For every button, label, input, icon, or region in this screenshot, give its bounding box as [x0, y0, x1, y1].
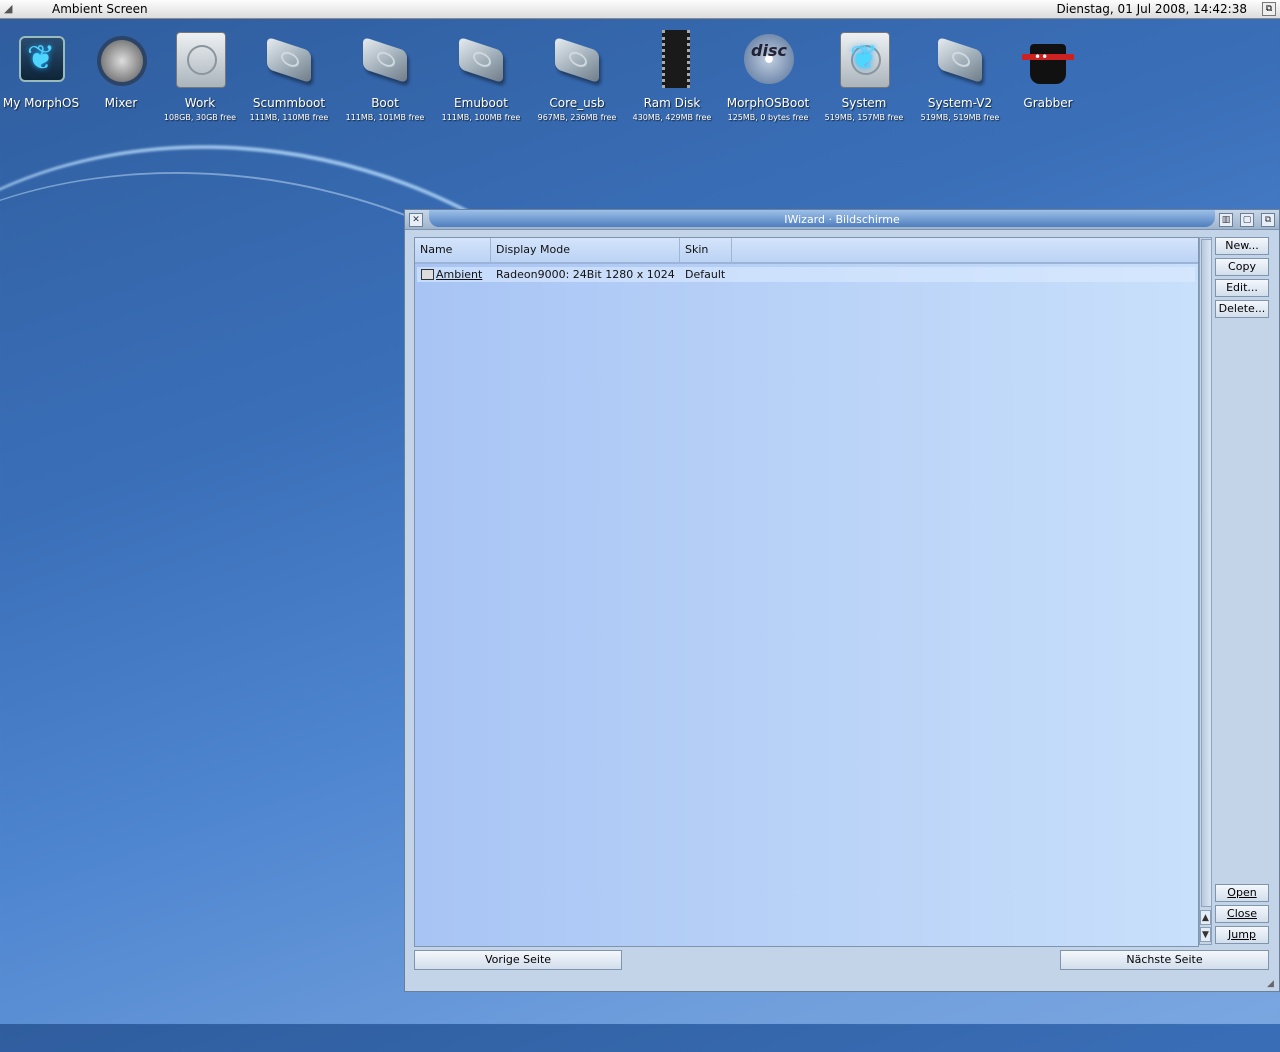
- row-skin: Default: [685, 268, 726, 281]
- icon-label: Ram Disk: [643, 96, 701, 110]
- icon-capacity: 519MB, 157MB free: [824, 113, 904, 122]
- butterfly-icon: ❦: [849, 38, 879, 78]
- screen-icon: [421, 269, 434, 280]
- jump-button-label: Jump: [1228, 928, 1256, 941]
- list-row[interactable]: Ambient Radeon9000: 24Bit 1280 x 1024 De…: [417, 267, 1195, 282]
- row-name: Ambient: [436, 268, 483, 281]
- icon-capacity: 111MB, 110MB free: [249, 113, 329, 122]
- clock: Dienstag, 01 Jul 2008, 14:42:38: [1056, 2, 1247, 16]
- desktop-icon-morphosboot[interactable]: disc MorphOSBoot 125MB, 0 bytes free: [720, 30, 816, 122]
- desktop-icon-scummboot[interactable]: Scummboot 111MB, 110MB free: [241, 30, 337, 122]
- icon-capacity: 111MB, 101MB free: [345, 113, 425, 122]
- drive-icon: [267, 36, 311, 84]
- resize-grip-icon[interactable]: ◢: [1267, 979, 1277, 989]
- delete-button-label: Delete...: [1218, 302, 1266, 315]
- window-title-bar[interactable]: ✕ IWizard · Bildschirme ▥ ▢ ⧉: [405, 210, 1279, 230]
- icon-label: Emuboot: [454, 96, 508, 110]
- drive-icon: [459, 36, 503, 84]
- jump-button[interactable]: Jump: [1215, 926, 1269, 944]
- open-button[interactable]: Open: [1215, 884, 1269, 902]
- amiga-menu-icon[interactable]: ◢: [4, 2, 20, 16]
- next-page-label: Nächste Seite: [1126, 953, 1203, 966]
- butterfly-icon: ❦: [26, 38, 56, 78]
- icon-capacity: 108GB, 30GB free: [163, 113, 237, 122]
- open-button-label: Open: [1227, 886, 1257, 899]
- drive-icon: [363, 36, 407, 84]
- column-header-display-mode[interactable]: Display Mode: [491, 238, 680, 262]
- scrollbar-track[interactable]: [1201, 239, 1212, 907]
- zoom-icon[interactable]: ▢: [1240, 213, 1254, 227]
- drive-icon: [555, 36, 599, 84]
- desktop-icon-system-v2[interactable]: System-V2 519MB, 519MB free: [912, 30, 1008, 122]
- icon-capacity: 430MB, 429MB free: [632, 113, 712, 122]
- ram-chip-icon: [662, 30, 690, 88]
- iconify-icon[interactable]: ▥: [1219, 213, 1233, 227]
- screen-title-bar: ◢ Ambient Screen Dienstag, 01 Jul 2008, …: [0, 0, 1280, 19]
- icon-label: Boot: [371, 96, 399, 110]
- copy-button[interactable]: Copy: [1215, 258, 1269, 276]
- desktop-icon-core-usb[interactable]: Core_usb 967MB, 236MB free: [529, 30, 625, 122]
- cd-disc-icon: disc: [744, 34, 794, 84]
- screen-title: Ambient Screen: [52, 2, 148, 16]
- previous-page-label: Vorige Seite: [484, 953, 552, 966]
- desktop-icon-work[interactable]: Work 108GB, 30GB free: [152, 30, 248, 122]
- icon-label: System-V2: [927, 96, 993, 110]
- rabbit-eyes-icon: ••: [1034, 50, 1049, 64]
- close-button[interactable]: Close: [1215, 905, 1269, 923]
- icon-capacity: 125MB, 0 bytes free: [727, 113, 809, 122]
- depth-icon[interactable]: ⧉: [1261, 213, 1275, 227]
- drive-icon: [938, 36, 982, 84]
- icon-capacity: 111MB, 100MB free: [441, 113, 521, 122]
- icon-label: System: [841, 96, 887, 110]
- desktop-icon-emuboot[interactable]: Emuboot 111MB, 100MB free: [433, 30, 529, 122]
- desktop-icon-system[interactable]: ❦ System 519MB, 157MB free: [816, 30, 912, 122]
- edit-button-label: Edit...: [1226, 281, 1258, 294]
- arrow-down-icon[interactable]: ▼: [1200, 927, 1211, 942]
- icon-label: Scummboot: [252, 96, 326, 110]
- icon-capacity: 967MB, 236MB free: [537, 113, 617, 122]
- delete-button[interactable]: Delete...: [1215, 300, 1269, 318]
- edit-button[interactable]: Edit...: [1215, 279, 1269, 297]
- desktop-icon-grabber[interactable]: •• Grabber: [1000, 30, 1096, 110]
- vertical-scrollbar[interactable]: ▲ ▼: [1199, 237, 1212, 945]
- screen-list[interactable]: Name Display Mode Skin Ambient Radeon900…: [414, 237, 1199, 947]
- previous-page-button[interactable]: Vorige Seite: [414, 950, 622, 970]
- window-title: IWizard · Bildschirme: [784, 213, 900, 226]
- new-button-label: New...: [1225, 239, 1259, 252]
- desktop-icon-ram-disk[interactable]: Ram Disk 430MB, 429MB free: [624, 30, 720, 122]
- new-button[interactable]: New...: [1215, 237, 1269, 255]
- iwizard-window: ✕ IWizard · Bildschirme ▥ ▢ ⧉ Name Displ…: [404, 209, 1280, 992]
- copy-button-label: Copy: [1228, 260, 1256, 273]
- column-header-skin[interactable]: Skin: [680, 238, 732, 262]
- icon-label: Grabber: [1023, 96, 1073, 110]
- column-header-name[interactable]: Name: [415, 238, 491, 262]
- icon-label: MorphOSBoot: [726, 96, 810, 110]
- depth-gadget-icon[interactable]: ⧉: [1262, 2, 1276, 16]
- mixer-icon: [101, 40, 143, 82]
- next-page-button[interactable]: Nächste Seite: [1060, 950, 1269, 970]
- icon-label: Work: [184, 96, 216, 110]
- list-header: Name Display Mode Skin: [415, 238, 1198, 264]
- icon-label: Core_usb: [549, 96, 605, 110]
- row-display-mode: Radeon9000: 24Bit 1280 x 1024: [496, 268, 675, 281]
- harddisk-icon: [176, 32, 226, 88]
- desktop-icon-boot[interactable]: Boot 111MB, 101MB free: [337, 30, 433, 122]
- close-button-label: Close: [1227, 907, 1257, 920]
- icon-capacity: 519MB, 519MB free: [920, 113, 1000, 122]
- arrow-up-icon[interactable]: ▲: [1200, 910, 1211, 925]
